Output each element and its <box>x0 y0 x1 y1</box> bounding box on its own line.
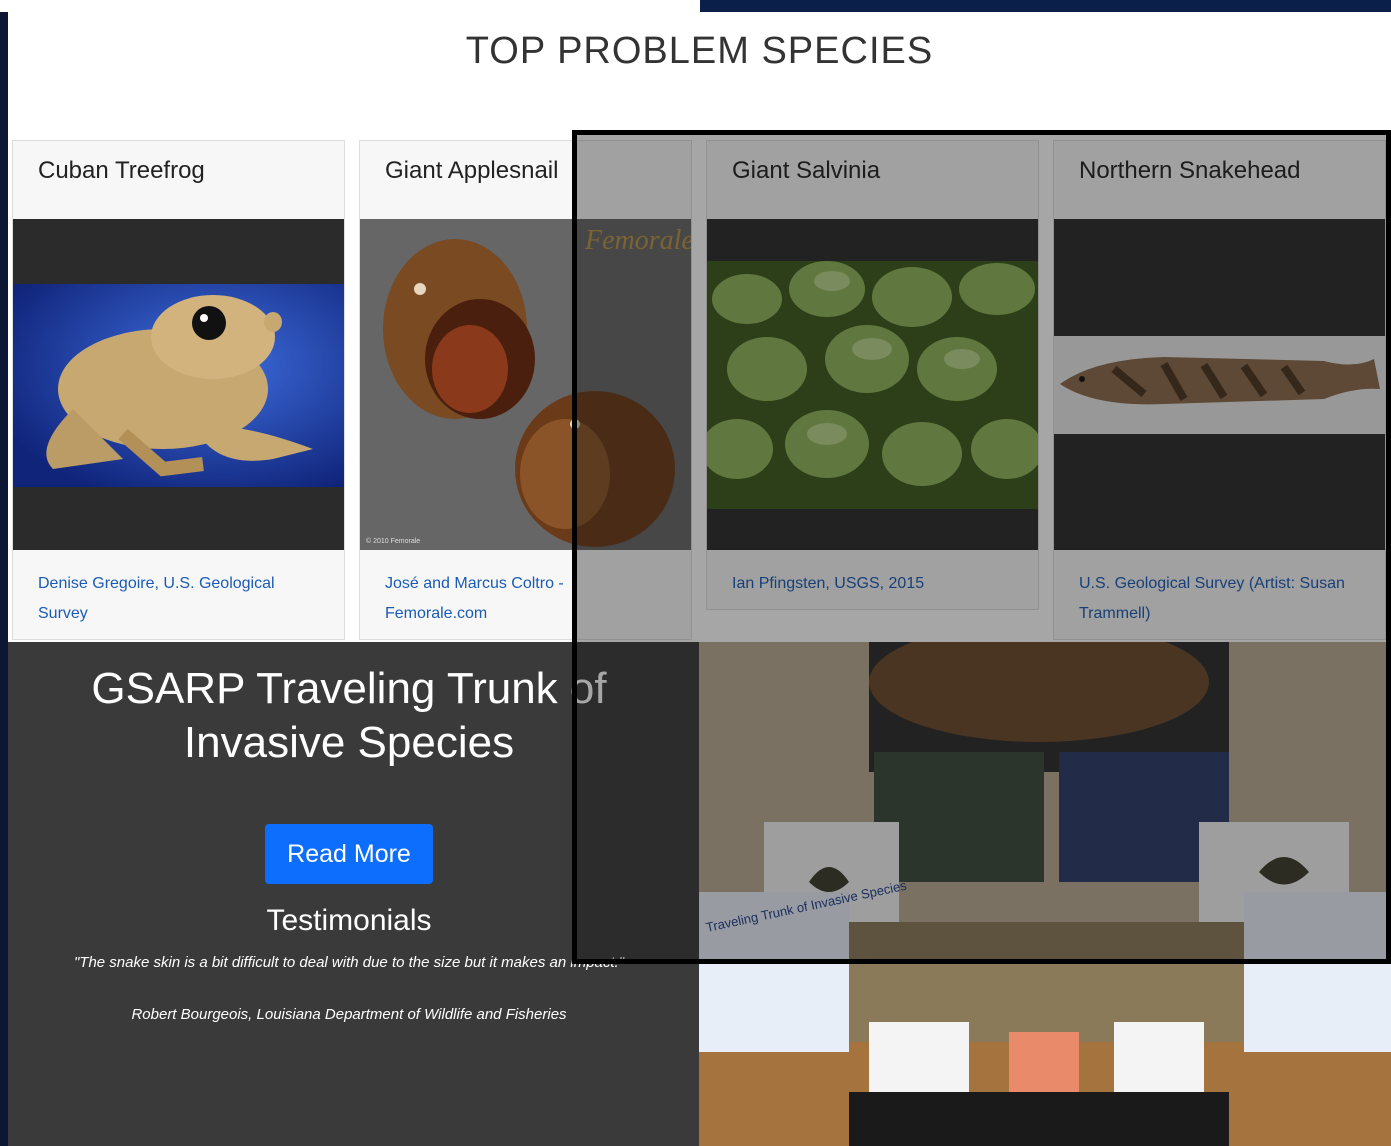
page-title: TOP PROBLEM SPECIES <box>465 30 934 72</box>
testimonial-author: Robert Bourgeois, Louisiana Department o… <box>131 1006 567 1023</box>
card-credit-link[interactable]: Denise Gregoire, U.S. Geological Survey <box>38 569 318 629</box>
browser-top-strip <box>0 0 1391 12</box>
copyright-mark: © 2010 Femorale <box>366 537 420 545</box>
frog-photo <box>13 219 344 550</box>
card-title: Cuban Treefrog <box>38 157 205 184</box>
species-card-cuban-treefrog[interactable]: Cuban Treefrog Denise Gregoire, U.S. Geo… <box>12 140 345 640</box>
screenshot-highlight-overlay <box>572 130 1391 964</box>
frog-illustration <box>13 284 344 487</box>
read-more-button[interactable]: Read More <box>265 824 433 884</box>
top-strip-inner <box>0 0 700 12</box>
card-title: Giant Applesnail <box>385 157 559 184</box>
